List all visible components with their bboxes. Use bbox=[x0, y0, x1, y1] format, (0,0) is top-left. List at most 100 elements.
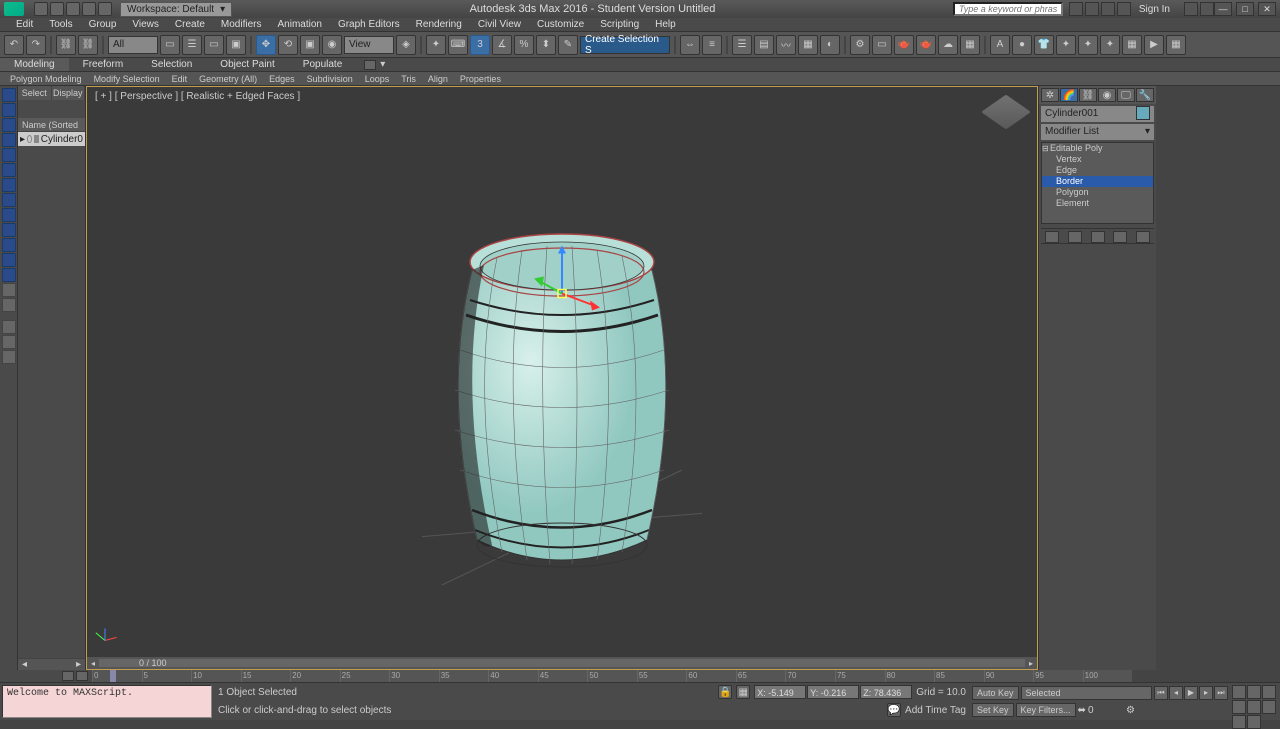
left-tool-5[interactable] bbox=[2, 148, 16, 162]
object-name-field[interactable]: Cylinder001 bbox=[1041, 106, 1154, 122]
menu-customize[interactable]: Customize bbox=[529, 18, 592, 31]
ref-coord-system[interactable]: View bbox=[344, 36, 394, 54]
viewcube[interactable] bbox=[981, 95, 1031, 130]
select-scale-button[interactable]: ▣ bbox=[300, 35, 320, 55]
left-tool-17[interactable] bbox=[2, 335, 16, 349]
left-tool-12[interactable] bbox=[2, 253, 16, 267]
ribbon-tab-populate[interactable]: Populate bbox=[289, 58, 356, 71]
lock-selection-icon[interactable]: 🔒 bbox=[718, 685, 732, 699]
comm-icon[interactable] bbox=[1101, 2, 1115, 16]
menu-animation[interactable]: Animation bbox=[269, 18, 329, 31]
time-config-button[interactable]: ⚙ bbox=[1126, 705, 1135, 716]
close-button[interactable]: ✕ bbox=[1258, 2, 1276, 16]
user-icon[interactable] bbox=[1117, 2, 1131, 16]
panel-geometry[interactable]: Geometry (All) bbox=[193, 72, 263, 85]
app-logo-icon[interactable] bbox=[4, 2, 24, 16]
outliner-tab-display[interactable]: Display bbox=[52, 86, 86, 100]
modifier-stack[interactable]: Editable Poly Vertex Edge Border Polygon… bbox=[1041, 142, 1154, 224]
layers-button[interactable]: ☰ bbox=[732, 35, 752, 55]
chevron-down-icon[interactable]: ▾ bbox=[380, 59, 385, 70]
save-icon[interactable] bbox=[66, 2, 80, 16]
named-selection-sets[interactable]: Create Selection S bbox=[580, 36, 670, 54]
select-name-button[interactable]: ☰ bbox=[182, 35, 202, 55]
left-tool-4[interactable] bbox=[2, 133, 16, 147]
utilities-panel-icon[interactable]: 🔧 bbox=[1136, 88, 1154, 102]
stack-editable-poly[interactable]: Editable Poly bbox=[1042, 143, 1153, 154]
display-panel-icon[interactable]: 🖵 bbox=[1117, 88, 1135, 102]
snaps-toggle-button[interactable]: 3 bbox=[470, 35, 490, 55]
schematic-view-button[interactable]: ▦ bbox=[798, 35, 818, 55]
config-2-button[interactable]: ✦ bbox=[1078, 35, 1098, 55]
menu-graph-editors[interactable]: Graph Editors bbox=[330, 18, 408, 31]
align-button[interactable]: ≡ bbox=[702, 35, 722, 55]
left-tool-3[interactable] bbox=[2, 118, 16, 132]
unlink-button[interactable]: ⛓ bbox=[78, 35, 98, 55]
current-frame-field[interactable]: 0 bbox=[1088, 705, 1124, 716]
zoom-extents-all-button[interactable] bbox=[1232, 700, 1246, 714]
minimize-button[interactable]: — bbox=[1214, 2, 1232, 16]
left-tool-11[interactable] bbox=[2, 238, 16, 252]
panel-modify-selection[interactable]: Modify Selection bbox=[88, 72, 166, 85]
x-coord-field[interactable]: X: -5.149 bbox=[754, 685, 806, 699]
viewport-label[interactable]: [ + ] [ Perspective ] [ Realistic + Edge… bbox=[95, 91, 300, 102]
render-online-button[interactable]: ☁ bbox=[938, 35, 958, 55]
modifier-list-dropdown[interactable]: Modifier List▾ bbox=[1041, 124, 1154, 140]
ribbon-tab-selection[interactable]: Selection bbox=[137, 58, 206, 71]
left-tool-2[interactable] bbox=[2, 103, 16, 117]
select-rotate-button[interactable]: ⟲ bbox=[278, 35, 298, 55]
prev-frame-button[interactable]: ◂ bbox=[1169, 686, 1183, 700]
stack-vertex[interactable]: Vertex bbox=[1042, 154, 1153, 165]
object-color-swatch[interactable] bbox=[1136, 106, 1150, 120]
edit-named-sel-button[interactable]: ✎ bbox=[558, 35, 578, 55]
create-panel-icon[interactable]: ✲ bbox=[1041, 88, 1059, 102]
render-setup-button[interactable]: ⚙ bbox=[850, 35, 870, 55]
stack-border[interactable]: Border bbox=[1042, 176, 1153, 187]
pin-stack-button[interactable] bbox=[1045, 231, 1059, 243]
menu-group[interactable]: Group bbox=[81, 18, 125, 31]
search-input[interactable] bbox=[953, 2, 1063, 16]
field-of-view-button[interactable] bbox=[1247, 700, 1261, 714]
left-tool-10[interactable] bbox=[2, 223, 16, 237]
ribbon-tab-object-paint[interactable]: Object Paint bbox=[206, 58, 288, 71]
config-6-button[interactable]: ▦ bbox=[1166, 35, 1186, 55]
add-time-tag-button[interactable]: Add Time Tag bbox=[905, 705, 966, 716]
redo-icon[interactable] bbox=[98, 2, 112, 16]
ribbon-state-icon[interactable] bbox=[364, 60, 376, 70]
stack-edge[interactable]: Edge bbox=[1042, 165, 1153, 176]
render-frame-button[interactable]: ▭ bbox=[872, 35, 892, 55]
material-editor-button[interactable]: ◐ bbox=[820, 35, 840, 55]
stack-element[interactable]: Element bbox=[1042, 198, 1153, 209]
panel-polygon-modeling[interactable]: Polygon Modeling bbox=[4, 72, 88, 85]
outliner-tab-select[interactable]: Select bbox=[18, 86, 52, 100]
config-3-button[interactable]: ✦ bbox=[1100, 35, 1120, 55]
render-gallery-button[interactable]: ▦ bbox=[960, 35, 980, 55]
mirror-button[interactable]: ⇔ bbox=[680, 35, 700, 55]
menu-civil-view[interactable]: Civil View bbox=[470, 18, 529, 31]
left-tool-9[interactable] bbox=[2, 208, 16, 222]
help-icon[interactable] bbox=[1200, 2, 1214, 16]
track-bar[interactable]: 0 5 10 15 20 25 30 35 40 45 50 55 60 65 … bbox=[92, 670, 1132, 682]
key-mode-selector[interactable]: Selected bbox=[1021, 686, 1152, 700]
autodesk-a-button[interactable]: A bbox=[990, 35, 1010, 55]
info-icon[interactable] bbox=[1069, 2, 1083, 16]
maximize-viewport-button[interactable] bbox=[1247, 715, 1261, 729]
sign-in-link[interactable]: Sign In bbox=[1139, 4, 1170, 15]
zoom-extents-button[interactable] bbox=[1262, 685, 1276, 699]
panel-loops[interactable]: Loops bbox=[359, 72, 396, 85]
menu-scripting[interactable]: Scripting bbox=[592, 18, 647, 31]
star-icon[interactable] bbox=[1085, 2, 1099, 16]
left-tool-16[interactable] bbox=[2, 320, 16, 334]
workspace-selector[interactable]: Workspace: Default▾ bbox=[120, 2, 232, 17]
goto-end-button[interactable]: ⏭ bbox=[1214, 686, 1228, 700]
left-tool-7[interactable] bbox=[2, 178, 16, 192]
keyboard-shortcut-button[interactable]: ⌨ bbox=[448, 35, 468, 55]
hierarchy-panel-icon[interactable]: ⛓ bbox=[1079, 88, 1097, 102]
redo-button[interactable]: ↷ bbox=[26, 35, 46, 55]
outliner-item-cylinder[interactable]: ▸ Cylinder0 bbox=[18, 132, 85, 146]
open-icon[interactable] bbox=[50, 2, 64, 16]
spinner-snap-button[interactable]: ⬍ bbox=[536, 35, 556, 55]
menu-help[interactable]: Help bbox=[647, 18, 684, 31]
orbit-button[interactable] bbox=[1232, 715, 1246, 729]
left-tool-14[interactable] bbox=[2, 283, 16, 297]
y-coord-field[interactable]: Y: -0.216 bbox=[807, 685, 859, 699]
